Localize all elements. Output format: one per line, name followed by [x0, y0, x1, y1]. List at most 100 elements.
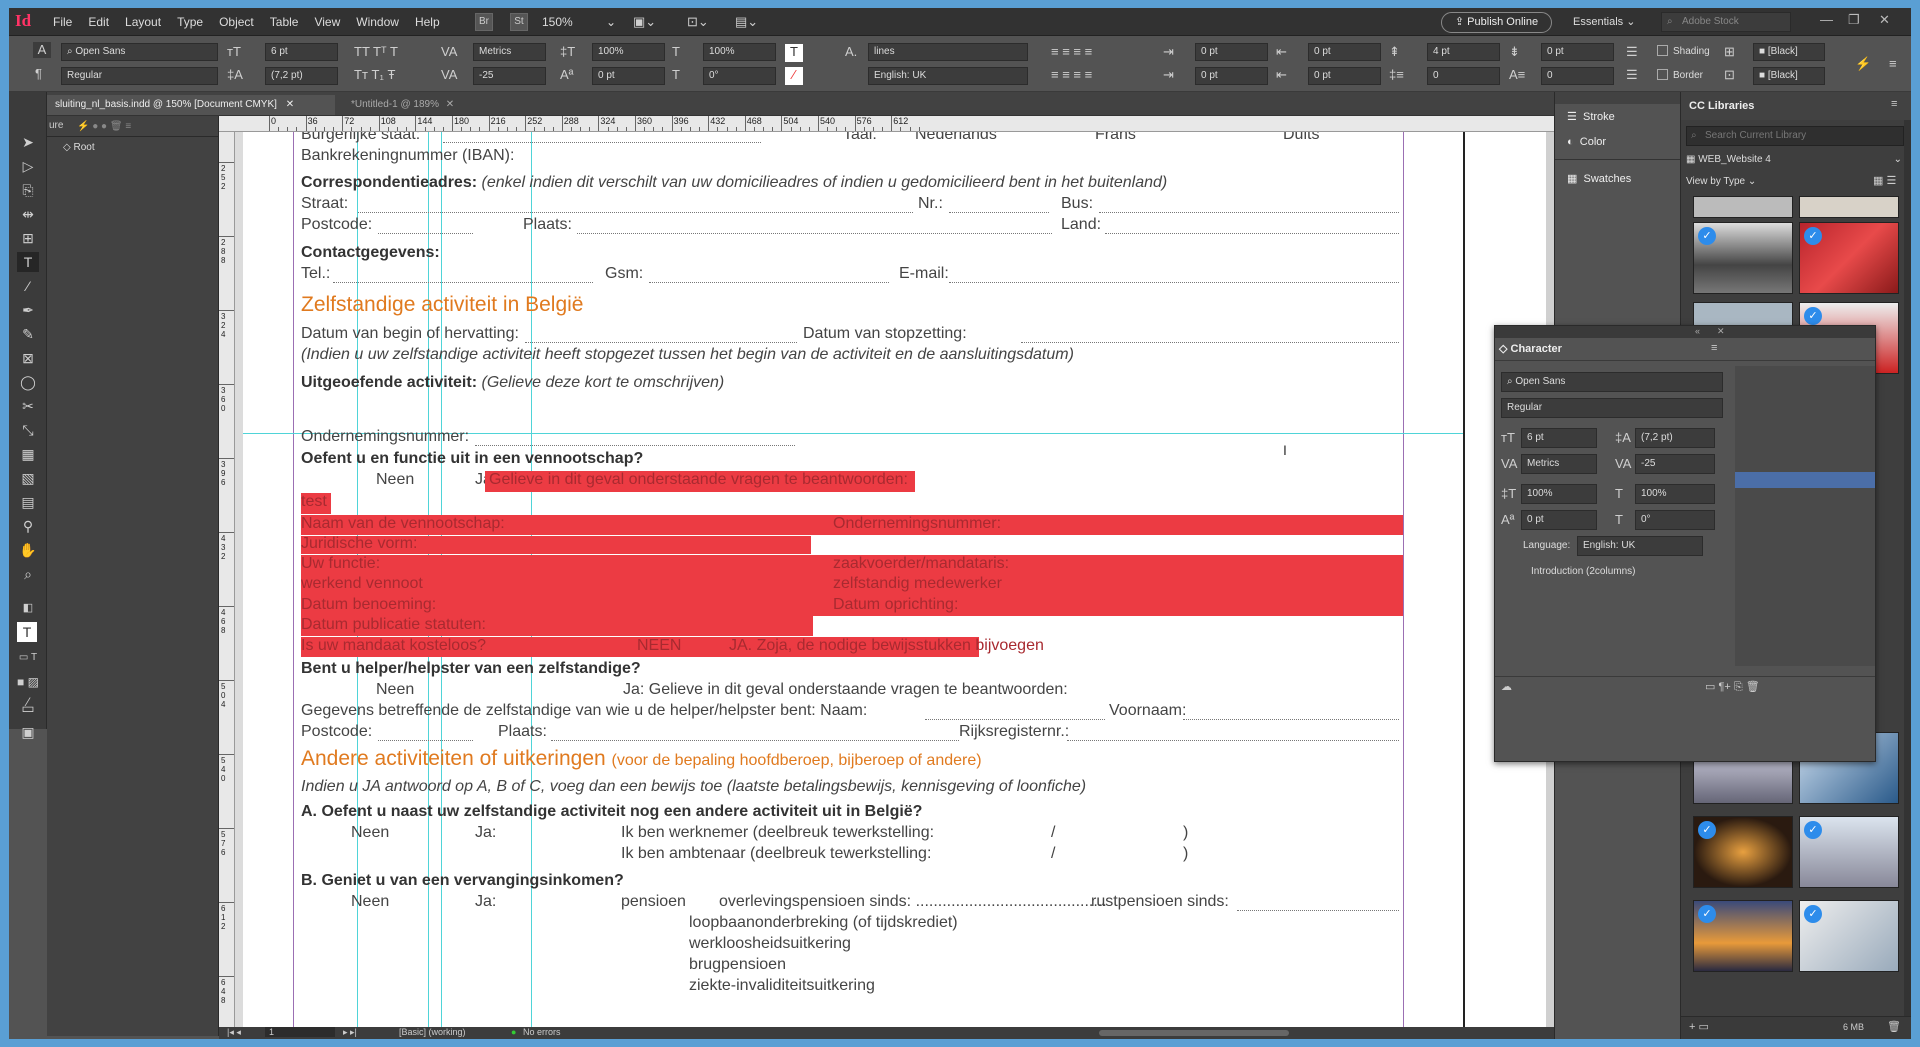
horizontal-scrollbar[interactable]: [1099, 1030, 1289, 1036]
char-vscale-field[interactable]: 100%: [1521, 484, 1597, 504]
panel-menu-icon[interactable]: ≡: [1711, 342, 1717, 354]
selected-style-row[interactable]: [1735, 472, 1875, 488]
zoom-level-dropdown[interactable]: 150% ⌄: [542, 13, 616, 31]
document-page[interactable]: Burgerlijke staat: Taal: Nederlands Fran…: [243, 132, 1553, 1027]
line-tool-icon[interactable]: ⁄: [17, 276, 39, 296]
all-caps-icon[interactable]: TT Tᵀ T: [354, 44, 398, 60]
selection-tool-icon[interactable]: ➤: [17, 132, 39, 152]
leading-field[interactable]: (7,2 pt): [265, 67, 338, 85]
library-thumbnail[interactable]: ✓: [1799, 900, 1899, 972]
close-tab-icon[interactable]: ✕: [446, 99, 454, 110]
menu-file[interactable]: File: [53, 15, 72, 29]
direct-selection-tool-icon[interactable]: ▷: [17, 156, 39, 176]
border-checkbox[interactable]: [1657, 69, 1668, 80]
char-skew-field[interactable]: 0°: [1635, 510, 1715, 530]
stroke-panel-button[interactable]: ☰ Stroke: [1567, 110, 1615, 123]
default-colors-icon[interactable]: ◧ ⇄: [17, 598, 39, 634]
view-options-icon[interactable]: ⊡⌄: [687, 14, 709, 30]
last-line-indent-field[interactable]: 0 pt: [1308, 67, 1381, 85]
shading-color-field[interactable]: ■ [Black]: [1753, 43, 1825, 61]
library-thumbnail[interactable]: [1799, 196, 1899, 218]
menu-object[interactable]: Object: [219, 15, 254, 29]
tab-document-active[interactable]: sluiting_nl_basis.indd @ 150% [Document …: [47, 95, 335, 115]
char-baseline-field[interactable]: 0 pt: [1521, 510, 1597, 530]
pasteboard[interactable]: Burgerlijke staat: Taal: Nederlands Fran…: [235, 132, 1554, 1027]
publish-online-button[interactable]: ⇪ Publish Online: [1441, 12, 1552, 33]
preflight-errors[interactable]: No errors: [523, 1027, 561, 1037]
char-leading-field[interactable]: (7,2 pt): [1635, 428, 1715, 448]
justify-icon[interactable]: ≡ ≡ ≡ ≡: [1051, 67, 1092, 83]
library-dropdown[interactable]: ▦ WEB_Website 4 ⌄: [1686, 150, 1904, 170]
color-panel-button[interactable]: ◐ Color: [1567, 136, 1606, 148]
apply-color-icon[interactable]: ■ ▨ ⁄: [17, 672, 39, 709]
panel-menu-icon[interactable]: ≡: [1891, 98, 1897, 110]
tab-untitled[interactable]: *Untitled-1 @ 189% ✕: [343, 95, 483, 115]
library-thumbnail[interactable]: ✓: [1799, 222, 1899, 294]
tracking-field[interactable]: -25: [473, 67, 546, 85]
note-tool-icon[interactable]: ▤: [17, 492, 39, 512]
panel-collapse-icon[interactable]: «: [1695, 326, 1700, 336]
pencil-tool-icon[interactable]: ✎: [17, 324, 39, 344]
shading-settings-icon[interactable]: ⊞: [1724, 44, 1735, 60]
screen-mode-normal-icon[interactable]: ▭: [17, 698, 39, 718]
page-tool-icon[interactable]: ⎘: [17, 180, 39, 200]
adobe-stock-search[interactable]: ⌕ Adobe Stock: [1661, 12, 1791, 32]
right-indent-field[interactable]: 0 pt: [1308, 43, 1381, 61]
fill-text-icon[interactable]: T: [785, 44, 803, 62]
character-style-field[interactable]: lines: [868, 43, 1028, 61]
restore-icon[interactable]: ❐: [1848, 12, 1860, 28]
stroke-none-icon[interactable]: ⁄: [785, 67, 803, 85]
small-caps-icon[interactable]: Tт T₁ Ŧ: [354, 67, 395, 83]
content-collector-icon[interactable]: ⊞: [17, 228, 39, 248]
menu-help[interactable]: Help: [415, 15, 440, 29]
char-font-size-field[interactable]: 6 pt: [1521, 428, 1597, 448]
numbering-icon[interactable]: ☰: [1626, 67, 1638, 83]
preview-mode-icon[interactable]: ▣: [17, 722, 39, 742]
drop-cap-lines-field[interactable]: 0: [1427, 67, 1500, 85]
skew-field[interactable]: 0°: [703, 67, 776, 85]
gradient-feather-tool-icon[interactable]: ▧: [17, 468, 39, 488]
view-by-type-dropdown[interactable]: View by Type ⌄: [1686, 176, 1756, 187]
menu-type[interactable]: Type: [177, 15, 203, 29]
font-family-field[interactable]: ⌕ Open Sans: [61, 43, 218, 61]
menu-table[interactable]: Table: [270, 15, 299, 29]
align-left-icon[interactable]: ≡ ≡ ≡ ≡: [1051, 44, 1092, 60]
library-thumbnail[interactable]: ✓: [1693, 900, 1793, 972]
character-mode-icon[interactable]: A: [33, 42, 51, 58]
char-font-style-field[interactable]: Regular: [1501, 398, 1723, 418]
menu-edit[interactable]: Edit: [88, 15, 109, 29]
first-line-indent-field[interactable]: 0 pt: [1195, 67, 1268, 85]
pen-tool-icon[interactable]: ✒: [17, 300, 39, 320]
vertical-ruler[interactable]: 2 5 2 2 8 8 3 2 4 3 6 0 3 9 6 4 3 2 4 6 8 5 0 4…: [219, 132, 235, 1027]
fill-stroke-icon[interactable]: T: [17, 622, 37, 642]
swatches-panel-button[interactable]: ▦ Swatches: [1567, 172, 1631, 185]
paragraph-style-item[interactable]: Introduction (2columns): [1531, 564, 1636, 580]
menu-view[interactable]: View: [314, 15, 340, 29]
page-nav-first-icon[interactable]: |◂ ◂: [227, 1027, 241, 1038]
char-hscale-field[interactable]: 100%: [1635, 484, 1715, 504]
bridge-button[interactable]: Br: [475, 13, 493, 31]
char-tracking-field[interactable]: -25: [1635, 454, 1715, 474]
border-settings-icon[interactable]: ⊡: [1724, 67, 1735, 83]
baseline-shift-field[interactable]: 0 pt: [592, 67, 665, 85]
space-before-field[interactable]: 4 pt: [1427, 43, 1500, 61]
vertical-scale-field[interactable]: 100%: [592, 43, 665, 61]
library-scrollbar[interactable]: [1904, 120, 1911, 1016]
scissors-tool-icon[interactable]: ✂: [17, 396, 39, 416]
stock-button[interactable]: St: [510, 13, 528, 31]
zoom-tool-icon[interactable]: ⌕: [17, 564, 39, 584]
horizontal-ruler[interactable]: 0 36 72 108 144 180 216 252 288 324 360 396 432 468 50…: [219, 116, 1554, 132]
panel-close-icon[interactable]: ✕: [1717, 326, 1725, 337]
language-field[interactable]: English: UK: [868, 67, 1028, 85]
panel-menu-icon[interactable]: ≡: [1889, 56, 1897, 72]
kerning-field[interactable]: Metrics: [473, 43, 546, 61]
char-font-family-field[interactable]: ⌕ Open Sans: [1501, 372, 1723, 392]
structure-toolbar[interactable]: ⚡ ● ● 🗑 ≡: [77, 121, 131, 132]
page-nav-next-icon[interactable]: ▸ ▸|: [343, 1027, 357, 1038]
arrange-documents-icon[interactable]: ▤⌄: [735, 14, 758, 30]
char-kerning-field[interactable]: Metrics: [1521, 454, 1597, 474]
ellipse-tool-icon[interactable]: ◯: [17, 372, 39, 392]
horizontal-scale-field[interactable]: 100%: [703, 43, 776, 61]
close-icon[interactable]: ✕: [1879, 12, 1890, 28]
trash-icon[interactable]: 🗑: [1887, 1020, 1901, 1033]
